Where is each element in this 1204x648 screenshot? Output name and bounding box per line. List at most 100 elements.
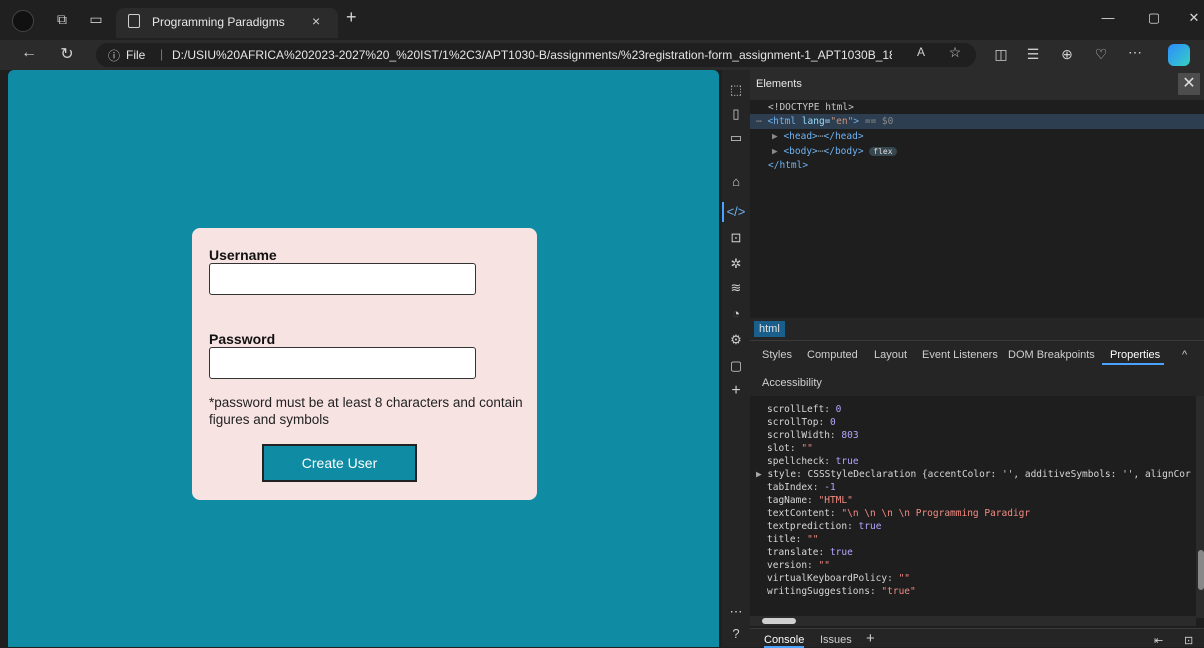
sources-bug-icon[interactable]: ✲ bbox=[726, 256, 746, 272]
property-key: translate bbox=[767, 547, 819, 558]
tab-actions-icon[interactable]: ▭ bbox=[86, 11, 106, 28]
property-row[interactable]: tagName: "HTML" bbox=[767, 495, 853, 506]
welcome-home-icon[interactable]: ⌂ bbox=[726, 174, 746, 189]
address-bar-row: ← ↻ ⓘ File | D:/USIU%20AFRICA%202023-202… bbox=[0, 40, 1204, 70]
dom-html-attr-name: lang= bbox=[801, 116, 831, 127]
property-key: tabIndex bbox=[767, 482, 813, 493]
document-icon bbox=[128, 14, 140, 28]
workspaces-icon[interactable]: ⧉ bbox=[52, 11, 72, 28]
split-screen-icon[interactable]: ◫ bbox=[990, 46, 1012, 63]
favorites-icon[interactable]: ☰ bbox=[1022, 46, 1044, 63]
minimize-button[interactable]: — bbox=[1098, 10, 1118, 25]
tab-close-button[interactable]: × bbox=[312, 13, 320, 29]
url-text[interactable]: D:/USIU%20AFRICA%202023-2027%20_%20IST/1… bbox=[172, 48, 892, 62]
property-value: -1 bbox=[824, 482, 836, 493]
property-row[interactable]: textprediction: true bbox=[767, 521, 881, 532]
property-row[interactable]: translate: true bbox=[767, 547, 853, 558]
property-row[interactable]: writingSuggestions: "true" bbox=[767, 586, 916, 597]
dom-doctype[interactable]: <!DOCTYPE html> bbox=[768, 102, 854, 113]
horizontal-scroll-thumb[interactable] bbox=[762, 618, 796, 624]
expand-arrow-icon[interactable]: ▶ bbox=[756, 469, 767, 480]
inspect-icon[interactable]: ⬚ bbox=[726, 82, 746, 98]
username-field[interactable] bbox=[209, 263, 476, 295]
dom-body-open: <body> bbox=[783, 146, 818, 157]
horizontal-scrollbar[interactable] bbox=[750, 616, 1196, 626]
expand-drawer-icon[interactable]: ⊡ bbox=[1184, 634, 1193, 647]
close-devtools-button[interactable]: ✕ bbox=[1178, 73, 1200, 95]
dock-side-icon[interactable]: ⇤ bbox=[1154, 634, 1163, 647]
profile-avatar[interactable] bbox=[12, 10, 34, 32]
dom-html-ref: == $0 bbox=[864, 116, 894, 127]
close-window-button[interactable]: ✕ bbox=[1184, 10, 1204, 26]
property-row[interactable]: version: "" bbox=[767, 560, 830, 571]
tab-layout[interactable]: Layout bbox=[874, 349, 907, 361]
site-info-icon[interactable]: ⓘ bbox=[108, 47, 120, 64]
property-value: true bbox=[835, 456, 859, 467]
property-value: "HTML" bbox=[818, 495, 853, 506]
elements-icon[interactable]: </> bbox=[726, 204, 746, 219]
refresh-icon[interactable]: ↻ bbox=[56, 44, 78, 64]
tab-styles[interactable]: Styles bbox=[762, 349, 792, 361]
tab-computed[interactable]: Computed bbox=[807, 349, 858, 361]
property-row[interactable]: scrollTop: 0 bbox=[767, 417, 836, 428]
url-scheme-label: File bbox=[126, 48, 146, 62]
property-row[interactable]: tabIndex: -1 bbox=[767, 482, 836, 493]
console-icon[interactable]: ⊡ bbox=[726, 230, 746, 246]
property-row[interactable]: textContent: "\n \n \n \n Programming Pa… bbox=[767, 508, 1030, 519]
back-icon[interactable]: ← bbox=[18, 44, 40, 62]
url-separator: | bbox=[160, 47, 164, 61]
dom-body-node[interactable]: ▶ <body>⋯</body> flex bbox=[772, 146, 897, 157]
read-aloud-icon[interactable]: A bbox=[910, 45, 932, 59]
restore-button[interactable]: ▢ bbox=[1144, 10, 1164, 26]
property-key: scrollLeft bbox=[767, 404, 825, 415]
tab-console[interactable]: Console bbox=[764, 634, 805, 648]
property-value: 0 bbox=[829, 417, 836, 428]
application-icon[interactable]: ▢ bbox=[726, 358, 746, 374]
more-tools-plus-icon[interactable]: + bbox=[726, 382, 746, 400]
property-row[interactable]: virtualKeyboardPolicy: "" bbox=[767, 573, 910, 584]
new-tab-button[interactable]: + bbox=[346, 7, 357, 28]
dom-html-node[interactable]: ⋯ <html lang="en"> == $0 bbox=[756, 116, 893, 127]
property-key: style bbox=[767, 469, 797, 480]
elements-title: Elements bbox=[756, 78, 802, 90]
password-label: Password bbox=[209, 331, 276, 347]
add-drawer-tab-button[interactable]: + bbox=[866, 630, 875, 647]
subtab-bar: Styles Computed Layout Event Listeners D… bbox=[750, 340, 1204, 396]
properties-list: scrollLeft: 0 scrollTop: 0 scrollWidth: 80… bbox=[750, 396, 1196, 618]
property-row[interactable]: ▶ style: CSSStyleDeclaration {accentColo… bbox=[756, 469, 1191, 480]
collapse-chevron-icon[interactable]: ^ bbox=[1182, 349, 1187, 361]
tab-properties[interactable]: Properties bbox=[1110, 349, 1160, 361]
tab-issues[interactable]: Issues bbox=[820, 634, 852, 646]
password-field[interactable] bbox=[209, 347, 476, 379]
property-value: "" bbox=[801, 443, 813, 454]
memory-gear-icon[interactable]: ⚙ bbox=[726, 332, 746, 348]
address-bar[interactable]: ⓘ File | D:/USIU%20AFRICA%202023-2027%20… bbox=[96, 43, 976, 67]
property-row[interactable]: scrollWidth: 803 bbox=[767, 430, 859, 441]
vertical-scroll-thumb[interactable] bbox=[1198, 550, 1204, 590]
property-row[interactable]: spellcheck: true bbox=[767, 456, 859, 467]
performance-gauge-icon[interactable]: ◔ bbox=[726, 306, 746, 321]
create-user-button[interactable]: Create User bbox=[262, 444, 417, 482]
more-menu-icon[interactable]: ⋯ bbox=[1124, 44, 1146, 61]
device-emulation-icon[interactable]: ▯ bbox=[726, 106, 746, 122]
copilot-icon[interactable] bbox=[1168, 44, 1190, 66]
property-row[interactable]: slot: "" bbox=[767, 443, 813, 454]
performance-icon[interactable]: ♡ bbox=[1090, 46, 1112, 63]
tab-dom-breakpoints[interactable]: DOM Breakpoints bbox=[1008, 349, 1095, 361]
tab-event-listeners[interactable]: Event Listeners bbox=[922, 349, 998, 361]
dock-icon[interactable]: ▭ bbox=[726, 130, 746, 146]
dom-head-node[interactable]: ▶ <head>⋯</head> bbox=[772, 131, 864, 142]
tab-accessibility[interactable]: Accessibility bbox=[762, 377, 822, 389]
help-icon[interactable]: ? bbox=[726, 626, 746, 641]
browser-tab[interactable]: Programming Paradigms × bbox=[116, 8, 338, 38]
network-wifi-icon[interactable]: ≋ bbox=[726, 280, 746, 296]
dom-html-close-bracket: > bbox=[853, 116, 860, 127]
property-row[interactable]: scrollLeft: 0 bbox=[767, 404, 841, 415]
more-options-icon[interactable]: ⋯ bbox=[726, 604, 746, 620]
favorite-star-icon[interactable]: ☆ bbox=[944, 44, 966, 61]
property-key: textContent bbox=[767, 508, 830, 519]
breadcrumb-html[interactable]: html bbox=[754, 321, 785, 337]
property-row[interactable]: title: "" bbox=[767, 534, 819, 545]
flex-badge[interactable]: flex bbox=[869, 147, 897, 156]
collections-icon[interactable]: ⊕ bbox=[1056, 46, 1078, 63]
